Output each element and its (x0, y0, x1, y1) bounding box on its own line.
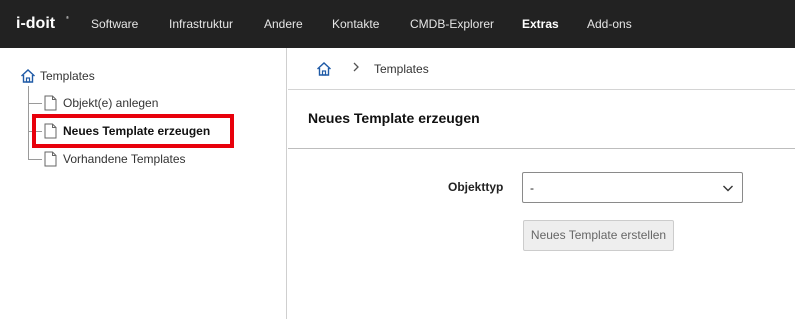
chevron-right-icon (353, 62, 359, 72)
create-template-button[interactable]: Neues Template erstellen (523, 220, 674, 251)
svg-text:®: ® (66, 15, 69, 20)
page-title: Neues Template erzeugen (308, 110, 480, 126)
tree-item-label: Objekt(e) anlegen (63, 96, 159, 110)
nav-add-ons[interactable]: Add-ons (587, 17, 632, 31)
objekttyp-select[interactable]: - (522, 172, 743, 203)
selection-highlight-box (32, 114, 234, 148)
i-doit-logo[interactable]: i-doit ® (16, 11, 72, 35)
title-divider (288, 148, 795, 149)
tree-item-objekte-anlegen[interactable]: Objekt(e) anlegen (44, 94, 158, 112)
tree-item-label: Vorhandene Templates (63, 152, 186, 166)
nav-infrastruktur[interactable]: Infrastruktur (169, 17, 233, 31)
tree-connector-horizontal (28, 103, 42, 104)
tree-item-vorhandene-templates[interactable]: Vorhandene Templates (44, 150, 186, 168)
document-icon (44, 151, 57, 167)
home-icon[interactable] (316, 61, 332, 77)
objekttyp-label: Objekttyp (448, 180, 504, 194)
nav-cmdb-explorer[interactable]: CMDB-Explorer (410, 17, 494, 31)
objekttyp-select-value: - (530, 181, 534, 195)
tree-connector-vertical (28, 86, 29, 160)
chevron-down-icon (723, 185, 733, 192)
tree-root-label: Templates (40, 69, 95, 83)
nav-extras[interactable]: Extras (522, 17, 559, 31)
nav-software[interactable]: Software (91, 17, 138, 31)
document-icon (44, 95, 57, 111)
sidebar-tree: Templates Objekt(e) anlegen Neues Templa… (0, 48, 287, 319)
breadcrumb-current[interactable]: Templates (374, 62, 429, 76)
logo-text: i-doit (16, 15, 56, 32)
tree-connector-horizontal (28, 159, 42, 160)
top-navigation-bar: i-doit ® Software Infrastruktur Andere K… (0, 0, 795, 48)
nav-andere[interactable]: Andere (264, 17, 303, 31)
nav-kontakte[interactable]: Kontakte (332, 17, 379, 31)
tree-root-templates[interactable]: Templates (20, 68, 95, 84)
breadcrumb: Templates (288, 48, 795, 90)
home-icon (21, 69, 35, 83)
